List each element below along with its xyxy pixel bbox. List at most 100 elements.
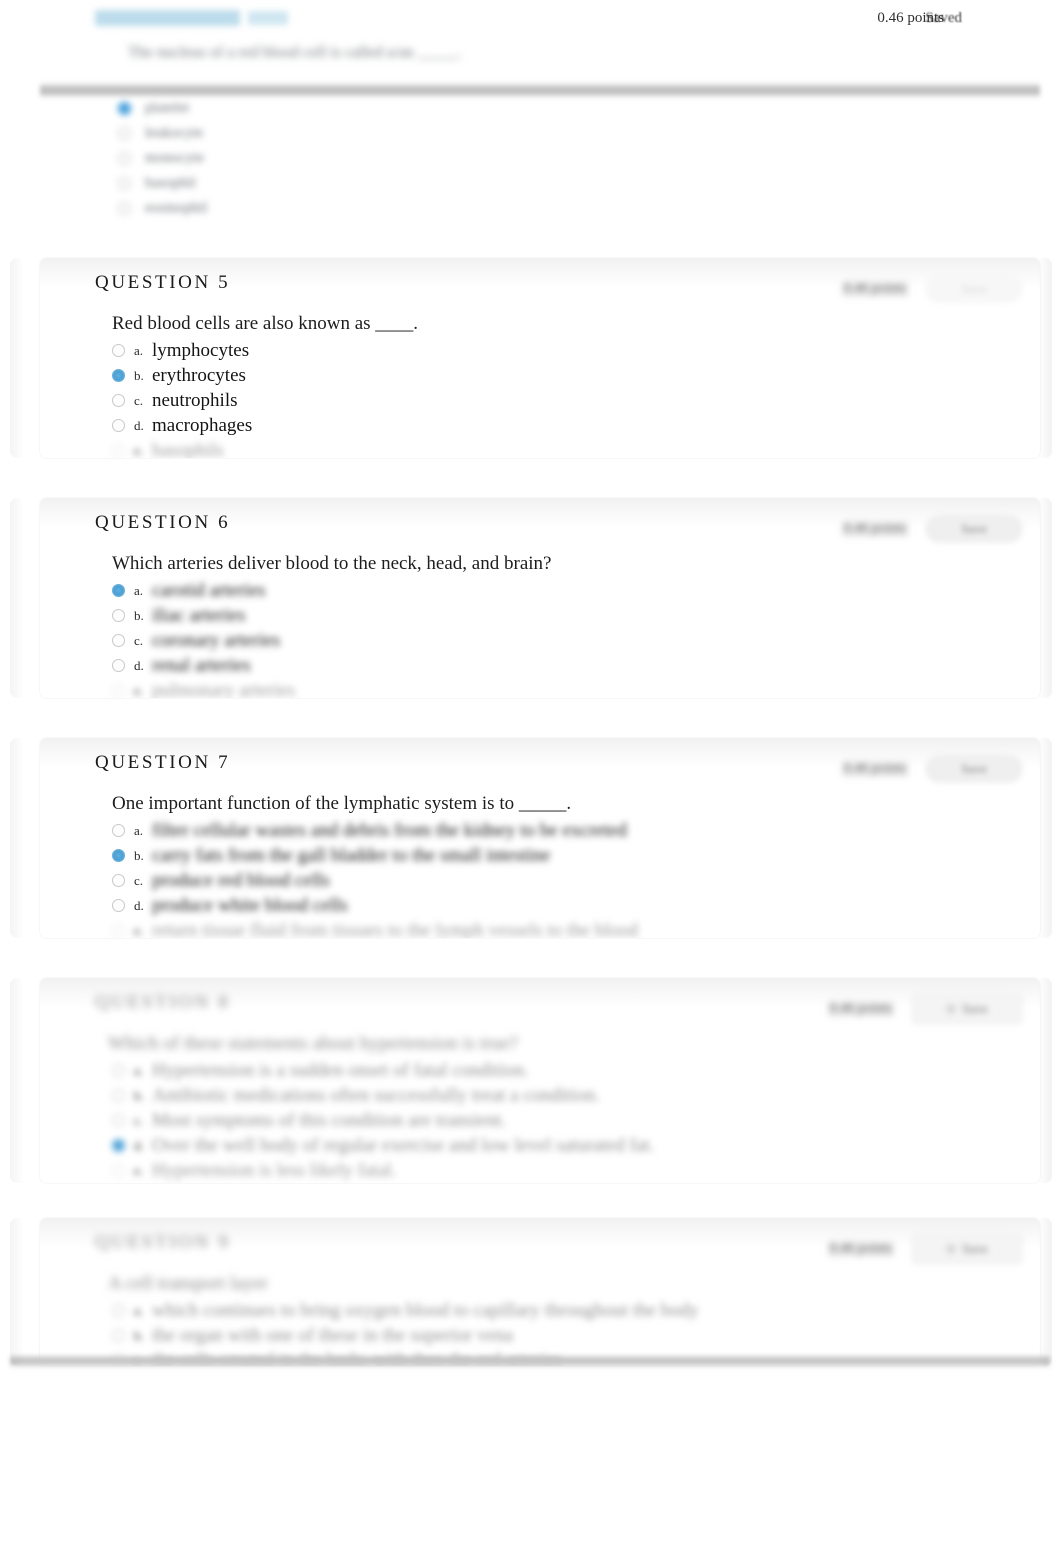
question-status-widget-q7[interactable]: 0.46 points Save xyxy=(770,744,1022,794)
radio-icon[interactable] xyxy=(112,344,125,357)
option-row[interactable]: d. Over the well body of regular exercis… xyxy=(112,1133,654,1158)
question-points-label: 0.46 points xyxy=(841,521,908,537)
options-list-q5[interactable]: a. lymphocytes b. erythrocytes c. neutro… xyxy=(112,338,252,458)
option-row[interactable]: b. erythrocytes xyxy=(112,363,252,388)
question-card-q7: QUESTION 7 0.46 points Save One importan… xyxy=(40,738,1040,938)
option-letter: e. xyxy=(134,1162,144,1178)
radio-icon[interactable] xyxy=(112,1164,125,1177)
question-stem-q8: Which of these statements about hyperten… xyxy=(108,1033,518,1054)
question-status-widget-q9[interactable]: 0.46 points Save xyxy=(770,1224,1022,1274)
option-letter: d. xyxy=(134,657,144,673)
save-button[interactable]: Save xyxy=(912,994,1022,1024)
radio-icon[interactable] xyxy=(112,659,125,672)
option-label: lymphocytes xyxy=(152,339,250,361)
option-row[interactable]: a. Hypertension is a sudden onset of fat… xyxy=(112,1058,654,1083)
option-row[interactable]: leukocyte xyxy=(118,121,478,146)
option-row[interactable]: d. renal arteries xyxy=(112,653,295,678)
radio-icon[interactable] xyxy=(112,1089,125,1102)
radio-icon[interactable] xyxy=(112,1064,125,1077)
option-row[interactable]: d. produce white blood cells xyxy=(112,893,638,918)
radio-icon[interactable] xyxy=(112,444,125,457)
option-row[interactable]: c. coronary arteries xyxy=(112,628,295,653)
option-row[interactable]: a. which continues to bring oxygen blood… xyxy=(112,1298,699,1323)
option-row[interactable]: basophil xyxy=(118,171,478,196)
option-label: platelet xyxy=(145,100,190,116)
option-letter: a. xyxy=(134,1062,144,1078)
radio-icon[interactable] xyxy=(112,419,125,432)
option-row[interactable]: d. macrophages xyxy=(112,413,252,438)
options-list-q8[interactable]: a. Hypertension is a sudden onset of fat… xyxy=(112,1058,654,1183)
option-row[interactable]: monocyte xyxy=(118,146,478,171)
option-row[interactable]: b. carry fats from the gall bladder to t… xyxy=(112,843,638,868)
radio-icon[interactable] xyxy=(118,177,131,190)
radio-icon[interactable] xyxy=(112,1114,125,1127)
radio-icon[interactable] xyxy=(112,609,125,622)
options-list-q4[interactable]: platelet leukocyte monocyte basophil eos… xyxy=(118,96,478,221)
radio-icon[interactable] xyxy=(112,824,125,837)
option-row[interactable]: c. produce red blood cells xyxy=(112,868,638,893)
radio-icon[interactable] xyxy=(112,584,125,597)
save-button[interactable]: Save xyxy=(926,516,1022,542)
question-status-widget-q8[interactable]: 0.46 points Save xyxy=(770,984,1022,1034)
radio-icon[interactable] xyxy=(112,684,125,697)
option-letter: a. xyxy=(134,1302,144,1318)
radio-icon[interactable] xyxy=(112,899,125,912)
save-button[interactable]: Save xyxy=(926,276,1022,302)
option-label: filter cellular wastes and debris from t… xyxy=(152,819,627,841)
option-row[interactable]: e. pulmonary arteries xyxy=(112,678,295,698)
options-list-q6[interactable]: a. carotid arteries b. iliac arteries c.… xyxy=(112,578,295,698)
question-stem-q5: Red blood cells are also known as ____. xyxy=(112,313,419,334)
save-button[interactable]: Save xyxy=(912,1234,1022,1264)
question-points-label: 0.46 points xyxy=(827,1001,894,1017)
option-row[interactable]: c. neutrophils xyxy=(112,388,252,413)
question-status-widget-q6[interactable]: 0.46 points Save xyxy=(770,504,1022,554)
card-edge-right xyxy=(1038,738,1052,938)
option-row[interactable]: b. the organ with one of these in the su… xyxy=(112,1323,699,1348)
question-card-q5: QUESTION 5 0.46 points Save Red blood ce… xyxy=(40,258,1040,458)
option-row[interactable]: e. Hypertension is less likely fatal. xyxy=(112,1158,654,1183)
question-points-label: 0.46 points xyxy=(827,1241,894,1257)
option-row[interactable]: a. carotid arteries xyxy=(112,578,295,603)
option-letter: b. xyxy=(134,1327,144,1343)
option-row[interactable]: e. return tissue fluid from tissues to t… xyxy=(112,918,638,938)
radio-icon[interactable] xyxy=(118,152,131,165)
radio-icon[interactable] xyxy=(112,1329,125,1342)
question-points-label: 0.46 points xyxy=(841,281,908,297)
option-label: monocyte xyxy=(145,150,205,166)
option-row[interactable]: c. Most symptoms of this condition are t… xyxy=(112,1108,654,1133)
radio-icon[interactable] xyxy=(112,634,125,647)
radio-icon[interactable] xyxy=(112,394,125,407)
radio-icon[interactable] xyxy=(112,369,125,382)
option-label: Antibiotic medications often successfull… xyxy=(152,1084,600,1106)
save-button-label: Save xyxy=(962,1001,988,1016)
options-list-q7[interactable]: a. filter cellular wastes and debris fro… xyxy=(112,818,638,938)
option-label: basophils xyxy=(152,439,224,459)
option-row[interactable]: a. lymphocytes xyxy=(112,338,252,363)
radio-icon[interactable] xyxy=(112,924,125,937)
radio-icon[interactable] xyxy=(112,849,125,862)
option-letter: e. xyxy=(134,922,144,938)
radio-icon[interactable] xyxy=(118,127,131,140)
option-letter: d. xyxy=(134,897,144,913)
question-status-widget-q5[interactable]: 0.46 points Save xyxy=(770,264,1022,314)
radio-icon[interactable] xyxy=(112,874,125,887)
question-title-q5: QUESTION 5 xyxy=(95,272,231,293)
option-row[interactable]: platelet xyxy=(118,96,478,121)
save-button[interactable]: Save xyxy=(926,756,1022,782)
radio-icon[interactable] xyxy=(112,1304,125,1317)
radio-icon[interactable] xyxy=(118,102,131,115)
option-row[interactable]: b. Antibiotic medications often successf… xyxy=(112,1083,654,1108)
option-row[interactable]: a. filter cellular wastes and debris fro… xyxy=(112,818,638,843)
radio-icon[interactable] xyxy=(118,202,131,215)
radio-icon[interactable] xyxy=(112,1139,125,1152)
option-letter: a. xyxy=(134,822,144,838)
option-row[interactable]: eosinophil xyxy=(118,196,478,221)
option-letter: e. xyxy=(134,682,144,698)
option-label: which continues to bring oxygen blood to… xyxy=(152,1299,699,1321)
option-row[interactable]: e. basophils xyxy=(112,438,252,458)
option-letter: b. xyxy=(134,607,144,623)
option-label: leukocyte xyxy=(145,125,204,141)
option-letter: c. xyxy=(134,872,144,888)
card-edge-right xyxy=(1038,978,1052,1183)
option-row[interactable]: b. iliac arteries xyxy=(112,603,295,628)
